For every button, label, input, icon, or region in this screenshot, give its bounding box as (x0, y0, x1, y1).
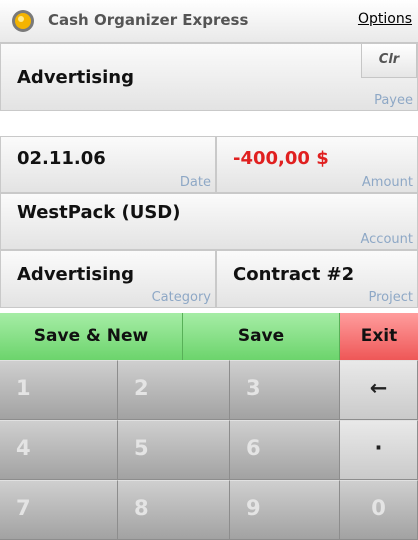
key-9[interactable]: 9 (230, 480, 340, 540)
title-bar: Cash Organizer Express Options (0, 0, 418, 43)
payee-field[interactable]: Advertising Payee (0, 43, 418, 111)
account-field[interactable]: WestPack (USD) Account (0, 193, 418, 250)
key-8-label: 8 (134, 496, 149, 520)
account-value: WestPack (USD) (17, 202, 181, 223)
payee-label: Payee (374, 93, 413, 108)
account-label: Account (360, 232, 414, 247)
key-7-label: 7 (16, 496, 31, 520)
project-field[interactable]: Contract #2 Project (216, 250, 418, 308)
app-title: Cash Organizer Express (48, 11, 249, 29)
key-2-label: 2 (134, 376, 149, 400)
options-menu[interactable]: Options (358, 11, 412, 27)
project-value: Contract #2 (233, 264, 355, 285)
backspace-arrow-icon: ← (369, 376, 388, 400)
date-field[interactable]: 02.11.06 Date (0, 136, 216, 193)
key-4-label: 4 (16, 436, 31, 460)
save-button[interactable]: Save (183, 313, 340, 360)
key-9-label: 9 (246, 496, 261, 520)
key-3-label: 3 (246, 376, 261, 400)
amount-value: -400,00 $ (233, 148, 329, 169)
backspace-key[interactable]: ← (340, 360, 418, 420)
cash-organizer-window: Cash Organizer Express Options Advertisi… (0, 0, 418, 540)
category-label: Category (151, 290, 211, 305)
key-4[interactable]: 4 (0, 420, 118, 480)
amount-label: Amount (361, 175, 413, 190)
key-2[interactable]: 2 (118, 360, 230, 420)
date-label: Date (179, 175, 211, 190)
decimal-point-label: · (374, 436, 383, 460)
key-5-label: 5 (134, 436, 149, 460)
save-new-button[interactable]: Save & New (0, 313, 183, 360)
category-field[interactable]: Advertising Category (0, 250, 216, 308)
key-7[interactable]: 7 (0, 480, 118, 540)
clear-button[interactable]: Clr (361, 44, 417, 78)
exit-button[interactable]: Exit (340, 313, 418, 360)
category-value: Advertising (17, 264, 134, 285)
key-8[interactable]: 8 (118, 480, 230, 540)
key-1[interactable]: 1 (0, 360, 118, 420)
project-label: Project (368, 290, 413, 305)
date-value: 02.11.06 (17, 148, 106, 169)
key-6-label: 6 (246, 436, 261, 460)
amount-field[interactable]: -400,00 $ Amount (216, 136, 418, 193)
key-0[interactable]: 0 (340, 480, 418, 540)
key-5[interactable]: 5 (118, 420, 230, 480)
key-3[interactable]: 3 (230, 360, 340, 420)
key-6[interactable]: 6 (230, 420, 340, 480)
decimal-key[interactable]: · (340, 420, 418, 480)
key-0-label: 0 (371, 496, 386, 520)
key-1-label: 1 (16, 376, 31, 400)
app-coin-icon (12, 10, 34, 32)
payee-value: Advertising (17, 67, 134, 88)
